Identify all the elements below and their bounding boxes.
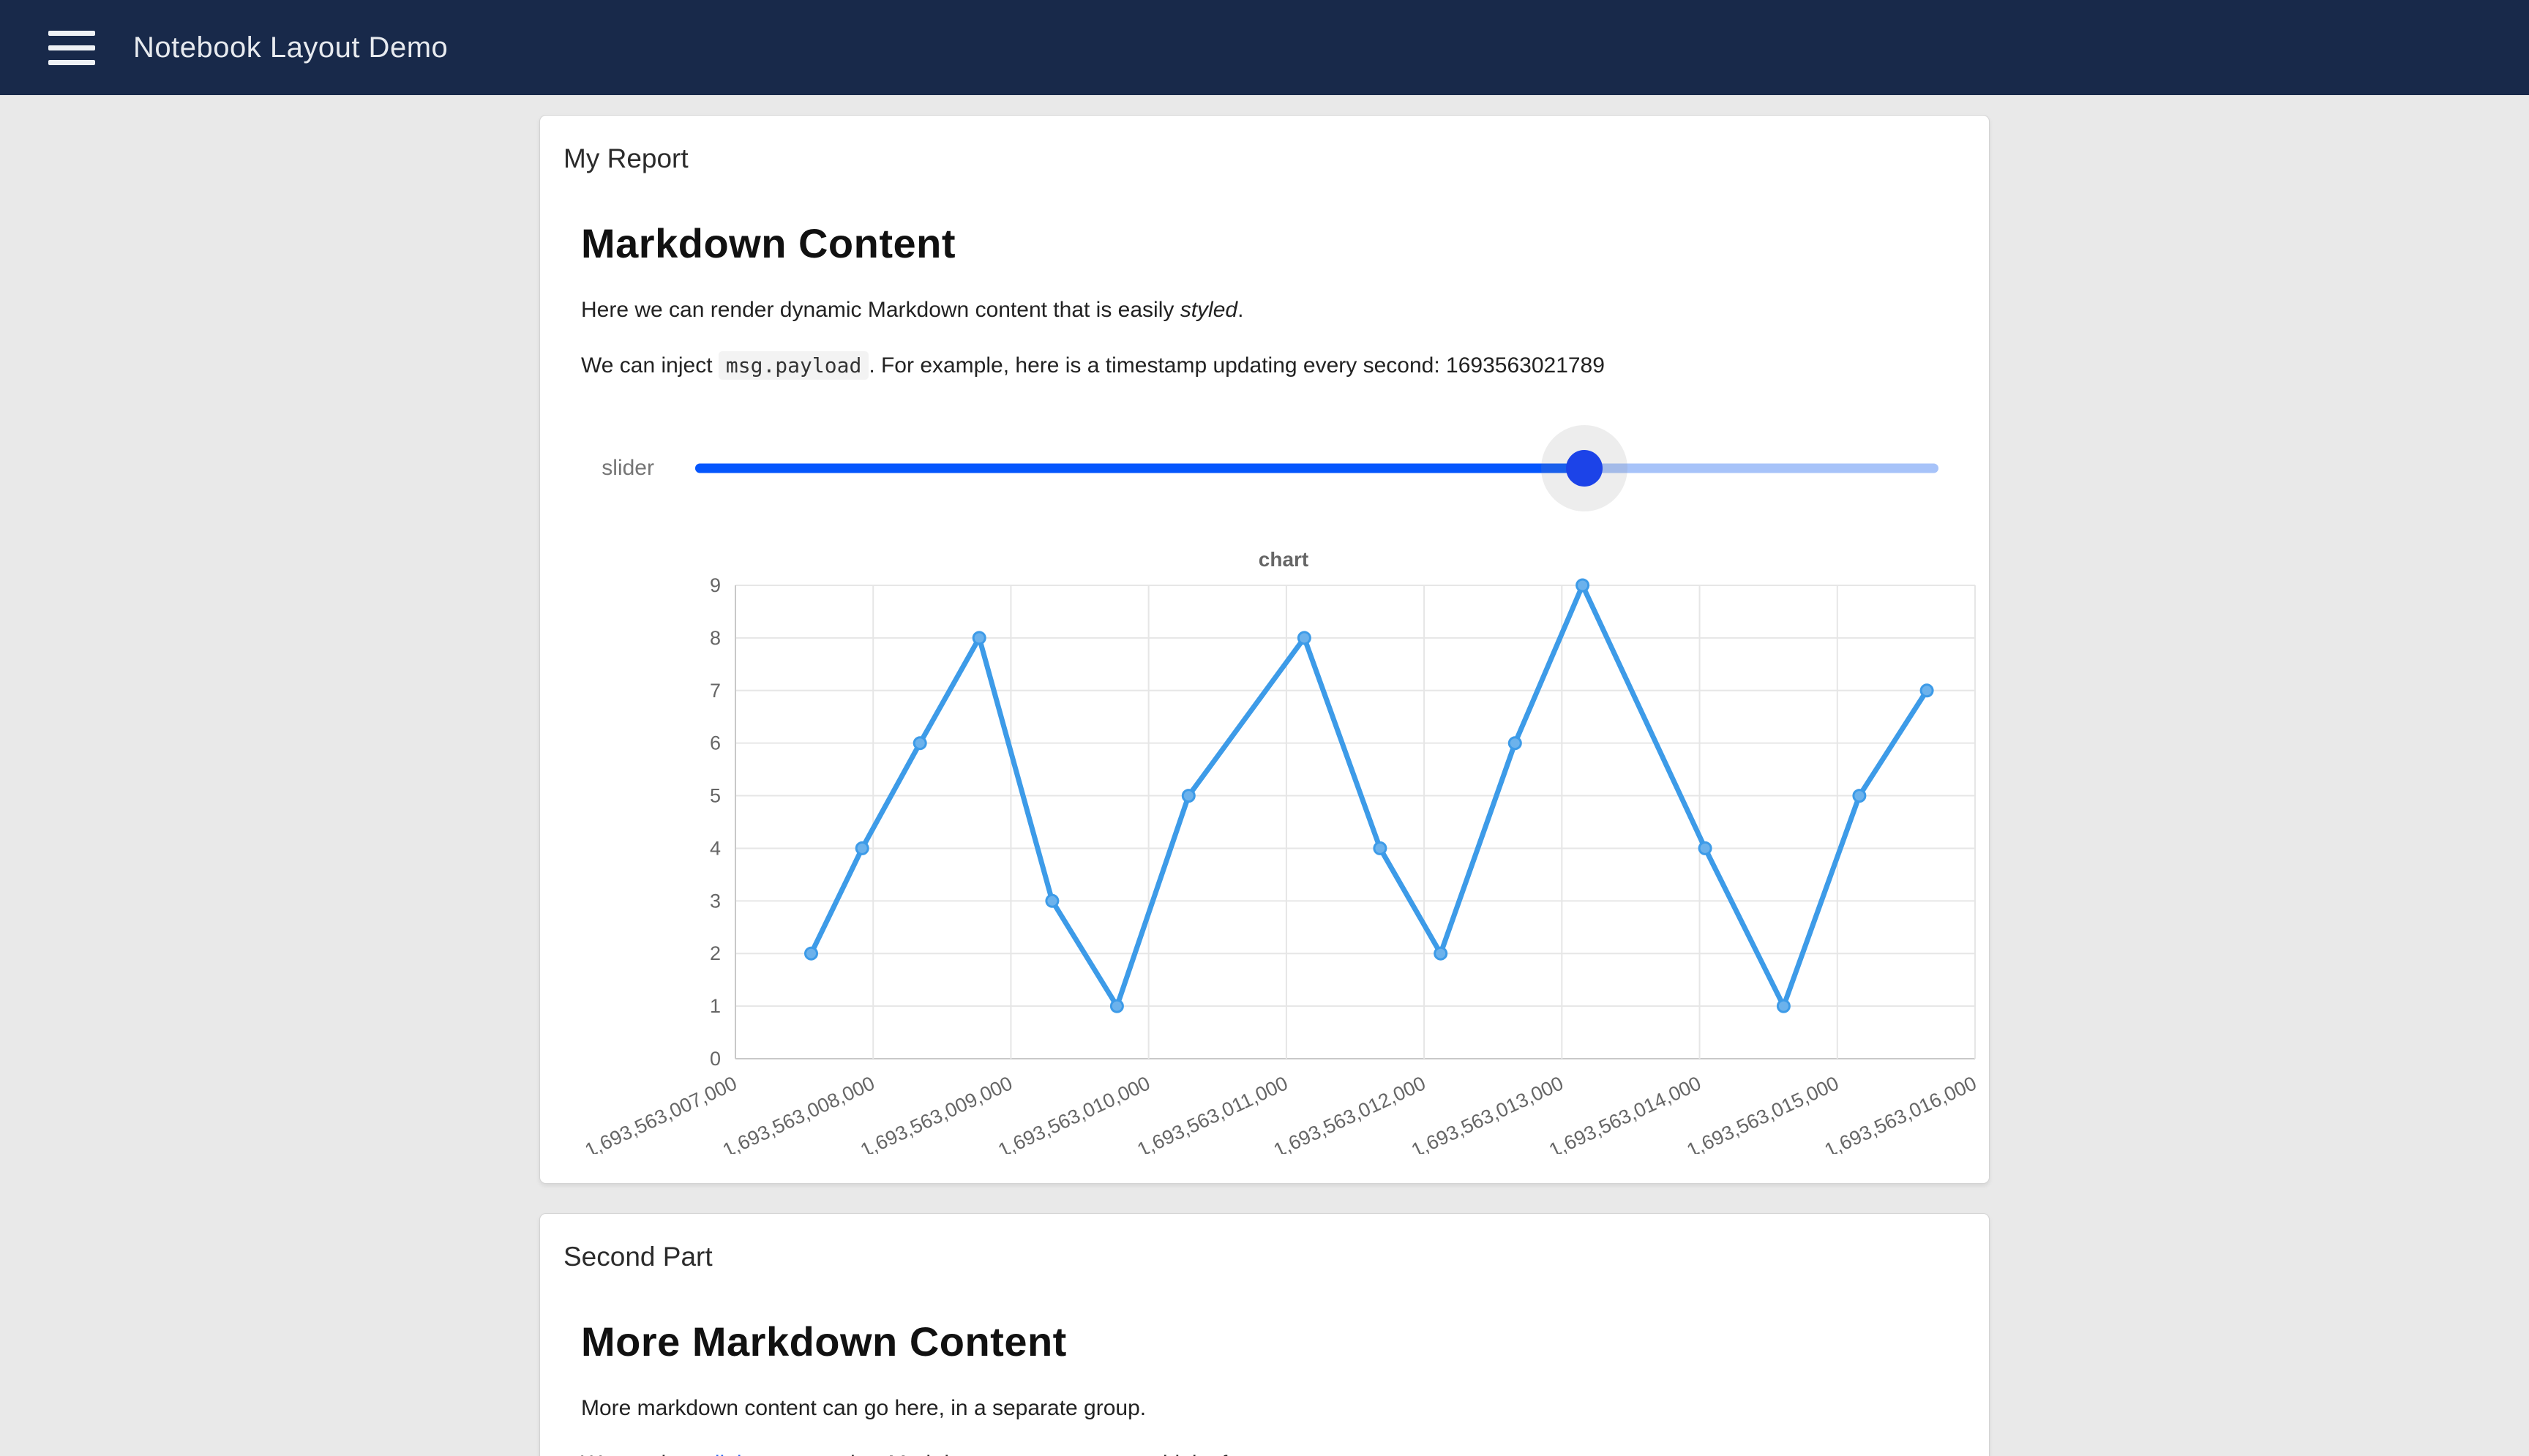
- markdown-widget-2: More Markdown Content More markdown cont…: [561, 1318, 1968, 1456]
- svg-text:6: 6: [710, 732, 721, 754]
- page-body: My Report Markdown Content Here we can r…: [0, 95, 2529, 1456]
- markdown-heading: Markdown Content: [581, 219, 1968, 267]
- card-title: My Report: [561, 138, 1968, 174]
- markdown-widget: Markdown Content Here we can render dyna…: [561, 219, 1968, 1154]
- hamburger-icon: [48, 31, 95, 36]
- svg-text:1,693,563,008,000: 1,693,563,008,000: [719, 1072, 878, 1154]
- msg-payload-code: msg.payload: [719, 351, 869, 380]
- links-link[interactable]: links: [715, 1452, 759, 1456]
- svg-text:1,693,563,012,000: 1,693,563,012,000: [1270, 1072, 1429, 1154]
- chart-title: chart: [581, 548, 1986, 571]
- slider-widget: slider: [581, 435, 1968, 501]
- slider-label: slider: [581, 456, 654, 481]
- svg-text:3: 3: [710, 890, 721, 912]
- svg-text:0: 0: [710, 1048, 721, 1070]
- hamburger-menu-button[interactable]: [37, 12, 107, 83]
- svg-text:1: 1: [710, 995, 721, 1017]
- more-markdown-heading: More Markdown Content: [581, 1318, 1968, 1365]
- app-title: Notebook Layout Demo: [133, 31, 448, 64]
- svg-text:1,693,563,015,000: 1,693,563,015,000: [1684, 1072, 1843, 1154]
- svg-text:8: 8: [710, 627, 721, 649]
- timestamp-value: 1693563021789: [1446, 353, 1605, 378]
- svg-text:1,693,563,011,000: 1,693,563,011,000: [1134, 1072, 1291, 1154]
- line-chart: 0 1 2 3 4 5 6 7 8 9 1,693,563,007,0001,693,563,008…: [581, 576, 1986, 1154]
- markdown-paragraph-2: We can inject msg.payload. For example, …: [581, 353, 1968, 378]
- markdown-paragraph-3: More markdown content can go here, in a …: [581, 1396, 1968, 1421]
- second-part-card: Second Part More Markdown Content More m…: [539, 1213, 1990, 1456]
- svg-text:9: 9: [710, 576, 721, 596]
- slider-thumb[interactable]: [1566, 450, 1603, 487]
- slider-input[interactable]: [695, 435, 1938, 501]
- svg-text:1,693,563,014,000: 1,693,563,014,000: [1546, 1072, 1704, 1154]
- svg-text:1,693,563,007,000: 1,693,563,007,000: [582, 1072, 741, 1154]
- svg-text:1,693,563,016,000: 1,693,563,016,000: [1821, 1072, 1980, 1154]
- card-title: Second Part: [561, 1236, 1968, 1272]
- styled-emphasis: styled: [1180, 298, 1237, 322]
- markdown-paragraph-4: We can have links or any other Markdown …: [581, 1452, 1968, 1456]
- svg-text:1,693,563,010,000: 1,693,563,010,000: [994, 1072, 1153, 1154]
- app-header: Notebook Layout Demo: [0, 0, 2529, 95]
- slider-fill-track: [695, 464, 1584, 473]
- markdown-paragraph-1: Here we can render dynamic Markdown cont…: [581, 298, 1968, 323]
- report-card: My Report Markdown Content Here we can r…: [539, 115, 1990, 1184]
- svg-text:7: 7: [710, 680, 721, 702]
- svg-text:1,693,563,009,000: 1,693,563,009,000: [857, 1072, 1016, 1154]
- svg-text:5: 5: [710, 785, 721, 807]
- svg-text:2: 2: [710, 942, 721, 964]
- chart-widget: chart 01234567891,693,563,007,0001,693,5…: [581, 548, 1968, 1154]
- svg-text:1,693,563,013,000: 1,693,563,013,000: [1408, 1072, 1567, 1154]
- svg-text:4: 4: [710, 837, 721, 859]
